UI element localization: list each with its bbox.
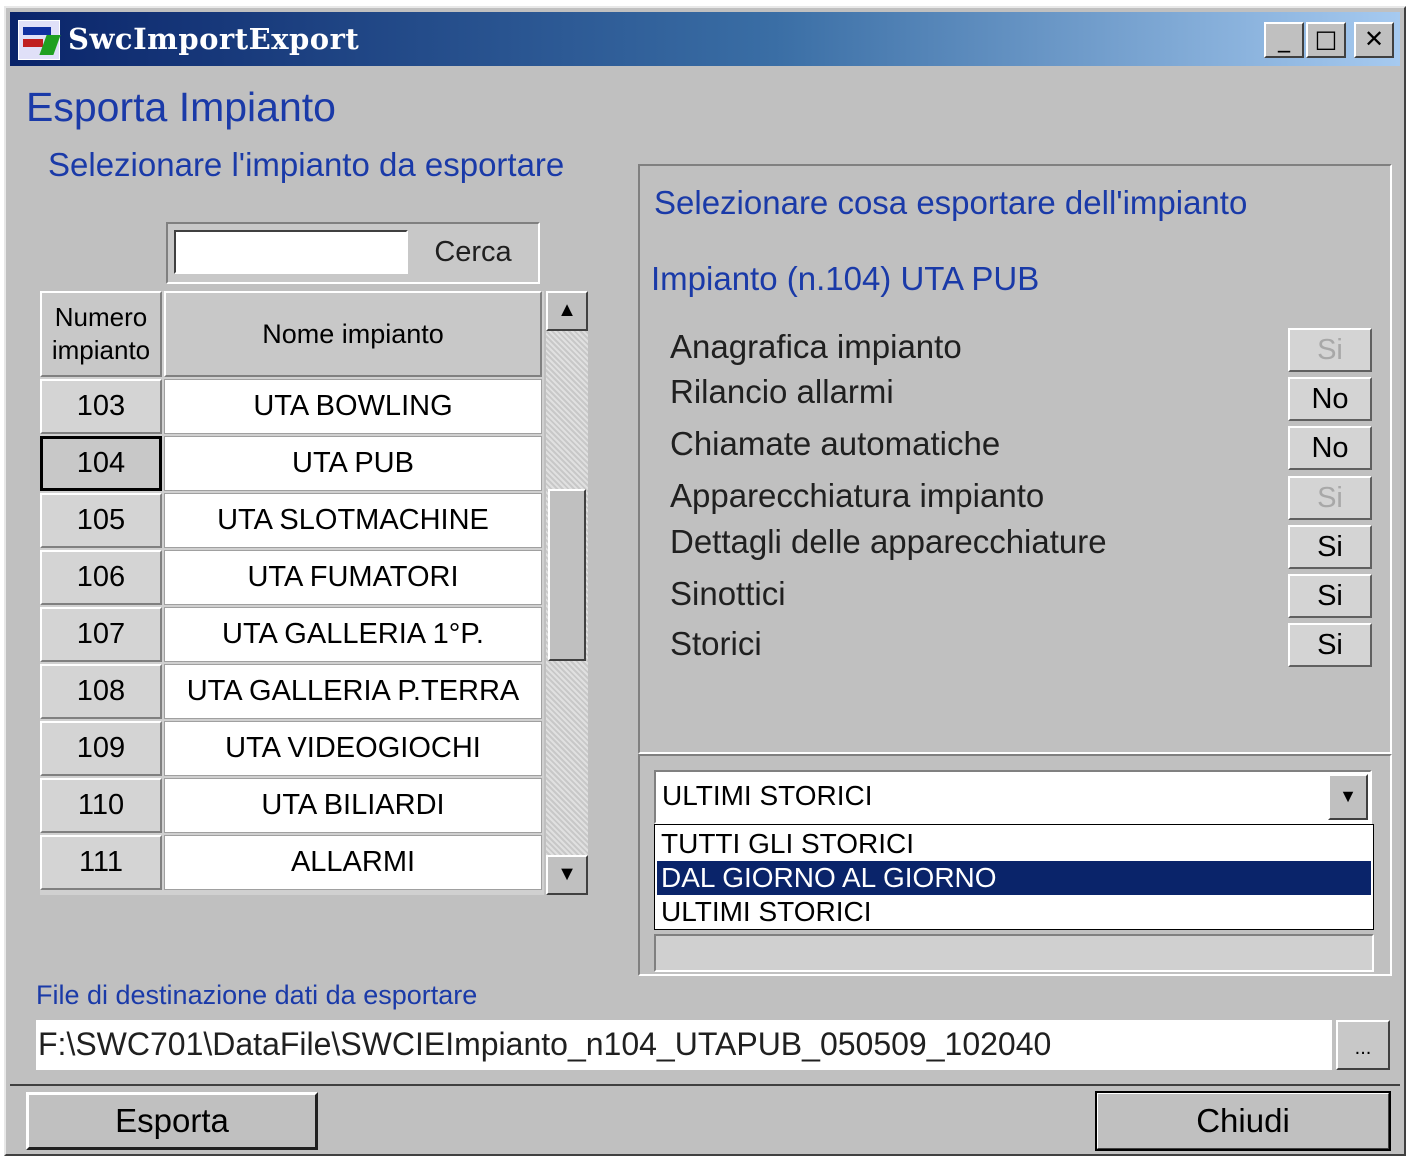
search-input[interactable] [174, 230, 408, 274]
history-select[interactable]: ULTIMI STORICI ▼ [654, 770, 1372, 824]
history-extra-field [654, 934, 1374, 972]
plant-name-cell[interactable]: UTA BOWLING [164, 379, 542, 434]
search-group: Cerca [166, 222, 540, 284]
destination-path-field[interactable]: F:\SWC701\DataFile\SWCIEImpianto_n104_UT… [36, 1020, 1332, 1070]
search-button[interactable]: Cerca [412, 228, 534, 276]
plant-grid: Numero impianto Nome impianto 103 UTA BOW… [40, 291, 544, 895]
close-button[interactable]: Chiudi [1095, 1091, 1391, 1151]
minimize-button[interactable]: _ [1264, 22, 1304, 58]
grid-scrollbar[interactable]: ▲ ▼ [546, 291, 588, 895]
history-option[interactable]: DAL GIORNO AL GIORNO [657, 861, 1371, 895]
export-button[interactable]: Esporta [26, 1092, 318, 1150]
option-label: Rilancio allarmi [670, 373, 894, 410]
destination-label: File di destinazione dati da esportare [36, 980, 478, 1010]
history-select-value: ULTIMI STORICI [662, 780, 873, 811]
page-title: Esporta Impianto [26, 84, 336, 130]
browse-button[interactable]: ... [1336, 1020, 1390, 1070]
option-toggle-button[interactable]: Si [1288, 623, 1372, 667]
header-name[interactable]: Nome impianto [164, 291, 542, 377]
history-option[interactable]: ULTIMI STORICI [657, 895, 1371, 929]
history-dropdown-list: TUTTI GLI STORICI DAL GIORNO AL GIORNO ULT… [654, 824, 1374, 930]
scroll-thumb[interactable] [548, 489, 586, 661]
scroll-down-button[interactable]: ▼ [546, 855, 588, 895]
scroll-up-button[interactable]: ▲ [546, 291, 588, 331]
plant-number-cell[interactable]: 103 [40, 379, 162, 434]
plant-name-cell[interactable]: ALLARMI [164, 835, 542, 890]
plant-number-cell[interactable]: 106 [40, 550, 162, 605]
plant-name-cell[interactable]: UTA BILIARDI [164, 778, 542, 833]
chevron-down-icon[interactable]: ▼ [1328, 774, 1368, 820]
plant-number-cell[interactable]: 105 [40, 493, 162, 548]
title-bar[interactable]: SwcImportExport _ □ ✕ [10, 12, 1400, 66]
option-toggle-button: Si [1288, 476, 1372, 520]
bottom-divider [10, 1084, 1400, 1086]
plant-name-cell[interactable]: UTA GALLERIA 1°P. [164, 607, 542, 662]
option-label: Anagrafica impianto [670, 328, 962, 365]
window-title: SwcImportExport [68, 22, 360, 56]
option-toggle-button[interactable]: Si [1288, 525, 1372, 569]
option-label: Sinottici [670, 575, 786, 612]
plant-number-cell[interactable]: 111 [40, 835, 162, 890]
maximize-button[interactable]: □ [1306, 22, 1346, 58]
plant-number-cell[interactable]: 110 [40, 778, 162, 833]
option-label: Apparecchiatura impianto [670, 477, 1045, 514]
left-heading: Selezionare l'impianto da esportare [48, 146, 565, 183]
plant-name-cell[interactable]: UTA SLOTMACHINE [164, 493, 542, 548]
option-toggle-button[interactable]: Si [1288, 574, 1372, 618]
plant-name-cell[interactable]: UTA FUMATORI [164, 550, 542, 605]
option-toggle-button[interactable]: No [1288, 426, 1372, 470]
plant-number-cell[interactable]: 108 [40, 664, 162, 719]
selected-plant-label: Impianto (n.104) UTA PUB [651, 260, 1040, 297]
plant-number-cell[interactable]: 104 [40, 436, 162, 491]
plant-number-cell[interactable]: 107 [40, 607, 162, 662]
right-heading: Selezionare cosa esportare dell'impianto [654, 184, 1248, 221]
plant-name-cell[interactable]: UTA VIDEOGIOCHI [164, 721, 542, 776]
option-toggle-button: Si [1288, 328, 1372, 372]
option-toggle-button[interactable]: No [1288, 377, 1372, 421]
plant-number-cell[interactable]: 109 [40, 721, 162, 776]
close-window-button[interactable]: ✕ [1354, 22, 1394, 58]
plant-name-cell[interactable]: UTA GALLERIA P.TERRA [164, 664, 542, 719]
plant-name-cell[interactable]: UTA PUB [164, 436, 542, 491]
app-icon [18, 20, 61, 60]
option-label: Dettagli delle apparecchiature [670, 523, 1107, 560]
header-number[interactable]: Numero impianto [40, 291, 162, 377]
option-label: Chiamate automatiche [670, 425, 1001, 462]
destination-path: F:\SWC701\DataFile\SWCIEImpianto_n104_UT… [38, 1026, 1052, 1062]
app-window: SwcImportExport _ □ ✕ Esporta Impianto S… [4, 6, 1406, 1156]
option-label: Storici [670, 625, 762, 662]
history-option[interactable]: TUTTI GLI STORICI [657, 827, 1371, 861]
